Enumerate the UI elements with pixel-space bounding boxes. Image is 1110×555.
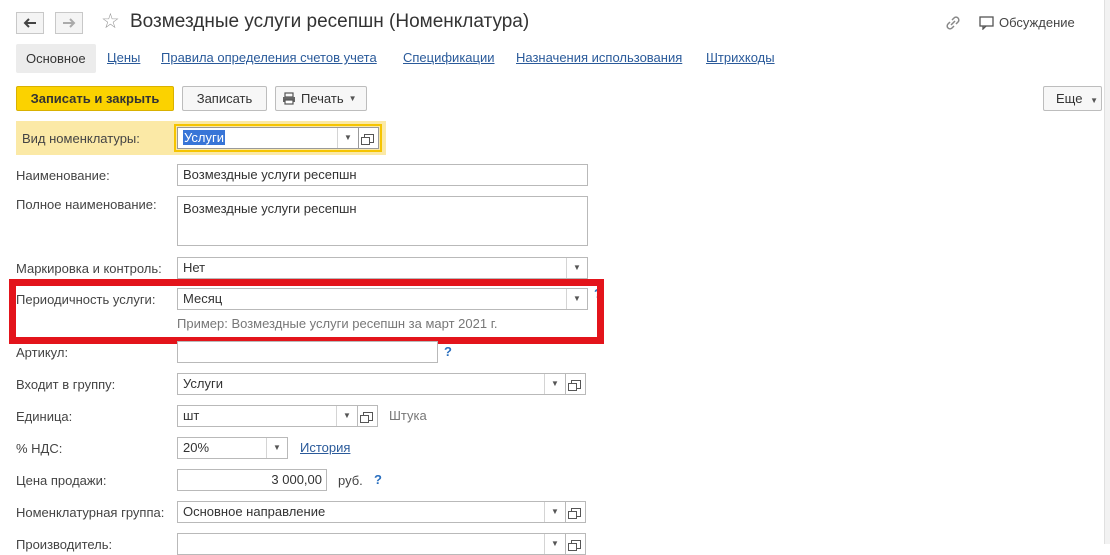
save-button[interactable]: Записать — [182, 86, 267, 111]
discussion-button[interactable]: Обсуждение — [979, 15, 1075, 30]
printer-icon — [283, 92, 295, 105]
open-icon — [360, 133, 374, 145]
more-label: Еще — [1056, 91, 1083, 106]
vat-history-link[interactable]: История — [300, 440, 350, 455]
link-icon[interactable] — [945, 15, 961, 34]
more-button[interactable]: Еще ▼ — [1043, 86, 1102, 111]
tab-barcodes[interactable]: Штрихкоды — [706, 50, 775, 65]
red-highlight-box — [9, 279, 604, 344]
star-icon[interactable]: ☆ — [101, 9, 120, 34]
article-label: Артикул: — [16, 345, 69, 360]
chevron-down-icon[interactable]: ▼ — [336, 406, 357, 426]
marking-label: Маркировка и контроль: — [16, 261, 162, 276]
price-input[interactable]: 3 000,00 — [177, 469, 327, 491]
chevron-down-icon[interactable]: ▼ — [266, 438, 287, 458]
chevron-down-icon[interactable]: ▼ — [544, 534, 565, 554]
chevron-down-icon[interactable]: ▼ — [337, 128, 358, 148]
open-nomgroup-button[interactable] — [566, 501, 586, 523]
open-icon — [567, 539, 581, 551]
group-select[interactable]: Услуги ▼ — [177, 373, 566, 395]
scrollbar-track[interactable] — [1104, 0, 1110, 544]
print-button[interactable]: Печать ▼ — [275, 86, 367, 111]
kind-label: Вид номенклатуры: — [22, 131, 140, 146]
nomgroup-value: Основное направление — [183, 504, 326, 519]
tab-account-rules[interactable]: Правила определения счетов учета — [161, 50, 377, 65]
save-and-close-button[interactable]: Записать и закрыть — [16, 86, 174, 111]
arrow-right-icon — [63, 18, 76, 28]
marking-value: Нет — [183, 260, 206, 275]
print-label: Печать — [301, 91, 344, 106]
back-button[interactable] — [16, 12, 44, 34]
kind-select[interactable]: Услуги ▼ — [177, 127, 359, 149]
arrow-left-icon — [23, 18, 36, 28]
chevron-down-icon[interactable]: ▼ — [544, 374, 565, 394]
maker-select[interactable]: ▼ — [177, 533, 566, 555]
unit-value: шт — [183, 408, 200, 423]
open-icon — [359, 411, 373, 423]
open-unit-button[interactable] — [358, 405, 378, 427]
page-title: Возмездные услуги ресепшн (Номенклатура) — [130, 11, 530, 32]
name-label: Наименование: — [16, 168, 110, 183]
name-input[interactable]: Возмездные услуги ресепшн — [177, 164, 588, 186]
vat-label: % НДС: — [16, 441, 63, 456]
unit-select[interactable]: шт ▼ — [177, 405, 358, 427]
discussion-label: Обсуждение — [999, 15, 1075, 30]
group-label: Входит в группу: — [16, 377, 116, 392]
price-help-icon[interactable]: ? — [374, 472, 382, 487]
chevron-down-icon: ▼ — [1090, 96, 1098, 105]
vat-value: 20% — [183, 440, 210, 455]
fullname-label: Полное наименование: — [16, 197, 157, 212]
nomgroup-select[interactable]: Основное направление ▼ — [177, 501, 566, 523]
chat-icon — [979, 15, 994, 30]
open-group-button[interactable] — [566, 373, 586, 395]
chevron-down-icon: ▼ — [348, 94, 357, 103]
unit-label: Единица: — [16, 409, 73, 424]
open-maker-button[interactable] — [566, 533, 586, 555]
fullname-textarea[interactable]: Возмездные услуги ресепшн — [177, 196, 588, 246]
vat-select[interactable]: 20% ▼ — [177, 437, 288, 459]
tab-main[interactable]: Основное — [16, 44, 96, 73]
forward-button[interactable] — [55, 12, 83, 34]
chevron-down-icon[interactable]: ▼ — [566, 258, 587, 278]
article-help-icon[interactable]: ? — [444, 344, 452, 359]
tab-specifications[interactable]: Спецификации — [403, 50, 495, 65]
open-kind-button[interactable] — [359, 127, 379, 149]
price-currency: руб. — [338, 473, 363, 488]
nomgroup-label: Номенклатурная группа: — [16, 505, 165, 520]
unit-description: Штука — [389, 408, 427, 423]
chevron-down-icon[interactable]: ▼ — [544, 502, 565, 522]
tab-prices[interactable]: Цены — [107, 50, 140, 65]
tab-usage[interactable]: Назначения использования — [516, 50, 682, 65]
group-value: Услуги — [183, 376, 223, 391]
kind-value: Услуги — [183, 130, 225, 145]
open-icon — [567, 507, 581, 519]
maker-label: Производитель: — [16, 537, 113, 552]
price-label: Цена продажи: — [16, 473, 107, 488]
article-input[interactable] — [177, 341, 438, 363]
open-icon — [567, 379, 581, 391]
marking-select[interactable]: Нет ▼ — [177, 257, 588, 279]
